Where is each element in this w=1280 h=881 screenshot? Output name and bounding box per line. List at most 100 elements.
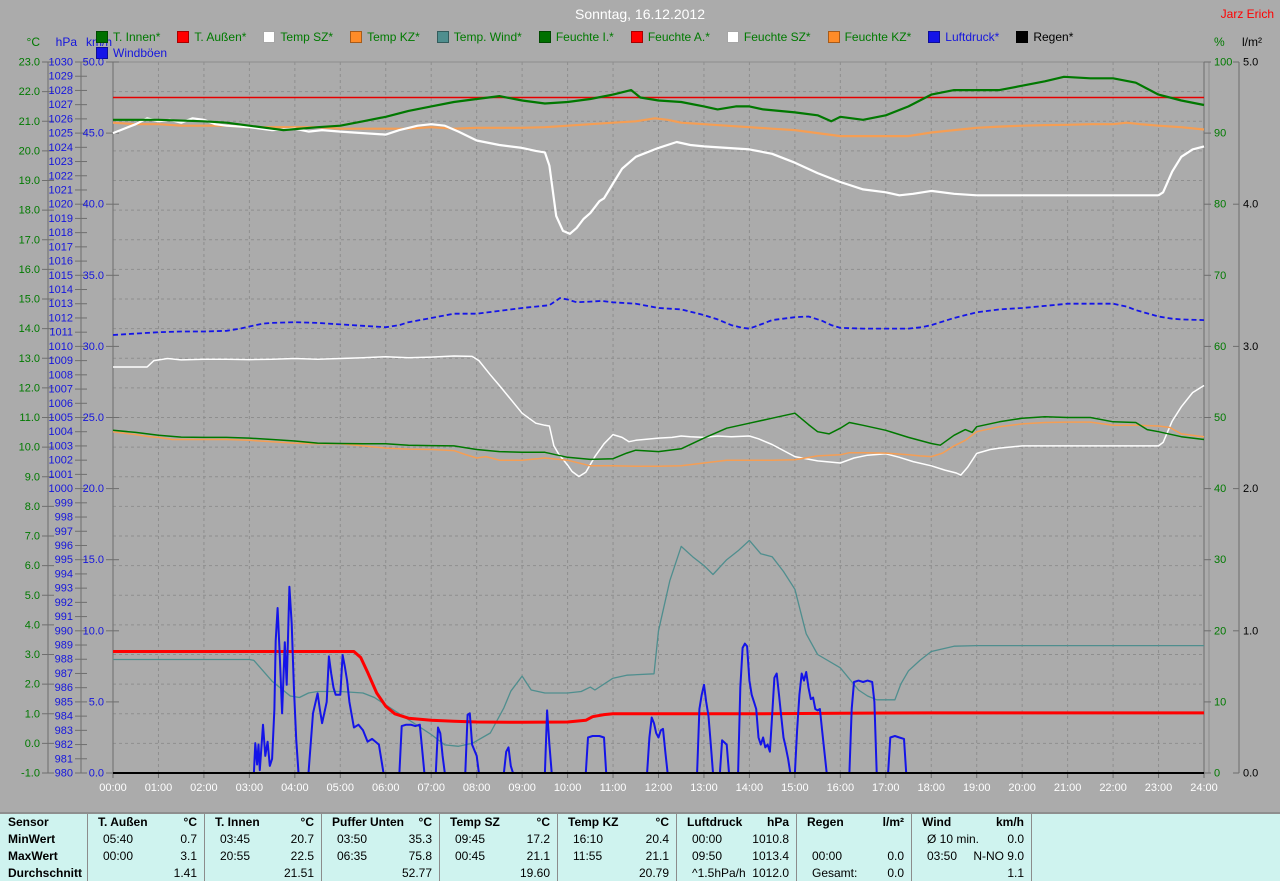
- axis-tick-label: 5.0: [25, 590, 40, 602]
- axis-tick-label: 15.0: [19, 294, 40, 306]
- cell-time: 05:40: [88, 832, 133, 846]
- table-cell-temp-sz-avg: 19.60: [440, 864, 558, 881]
- x-axis-label: 24:00: [1190, 782, 1218, 794]
- table-row-label: MaxWert: [0, 848, 88, 865]
- axis-tick-label: 1005: [49, 412, 73, 424]
- axis-tick-label: 1007: [49, 384, 73, 396]
- axis-tick-label: 20.0: [19, 145, 40, 157]
- axis-tick-label: 988: [55, 654, 73, 666]
- axis-tick-label: 1020: [49, 199, 73, 211]
- axis-tick-label: 1.0: [1243, 625, 1258, 637]
- axis-tick-label: 100: [1214, 57, 1232, 69]
- table-cell-temp-kz-max: 11:55 21.1: [558, 848, 677, 865]
- table-filler: [1032, 864, 1280, 881]
- x-axis-label: 20:00: [1008, 782, 1036, 794]
- axis-tick-label: 1019: [49, 213, 73, 225]
- x-axis-label: 07:00: [417, 782, 445, 794]
- cell-time: Puffer Unten: [322, 815, 404, 829]
- axis-tick-label: 999: [55, 497, 73, 509]
- axis-tick-label: 1028: [49, 85, 73, 97]
- table-cell-puffer-unten-min: 03:5035.3: [322, 831, 440, 848]
- cell-value: 21.1: [646, 849, 676, 863]
- x-axis-label: 12:00: [645, 782, 673, 794]
- axis-tick-label: 982: [55, 739, 73, 751]
- x-axis-label: 00:00: [99, 782, 127, 794]
- axis-tick-label: 50: [1214, 412, 1226, 424]
- table-cell-luftdruck-min: 00:001010.8: [677, 831, 797, 848]
- axis-tick-label: 80: [1214, 199, 1226, 211]
- x-axis-label: 21:00: [1054, 782, 1082, 794]
- x-axis-label: 04:00: [281, 782, 309, 794]
- x-axis-label: 16:00: [827, 782, 855, 794]
- axis-tick-label: 25.0: [83, 412, 104, 424]
- axis-tick-label: 10.0: [83, 625, 104, 637]
- axis-tick-label: 20.0: [83, 483, 104, 495]
- cell-time: 20:55: [205, 849, 250, 863]
- cell-time: T. Innen: [205, 815, 260, 829]
- x-axis-label: 10:00: [554, 782, 582, 794]
- axis-tick-label: 1015: [49, 270, 73, 282]
- cell-time: Temp KZ: [558, 815, 618, 829]
- axis-tick-label: 45.0: [83, 128, 104, 140]
- table-row-label: Durchschnitt: [0, 864, 88, 881]
- axis-tick-label: 1004: [49, 426, 73, 438]
- cell-time: T. Außen: [88, 815, 148, 829]
- cell-time: 11:55: [558, 849, 602, 863]
- cell-value: 20.4: [646, 832, 676, 846]
- axis-tick-label: 996: [55, 540, 73, 552]
- cell-value: 17.2: [527, 832, 557, 846]
- cell-time: 03:45: [205, 832, 250, 846]
- weather-chart: 23.022.021.020.019.018.017.016.015.014.0…: [0, 0, 1280, 810]
- axis-tick-label: 0.0: [1243, 768, 1258, 780]
- axis-tick-label: 1002: [49, 455, 73, 467]
- axis-tick-label: 1001: [49, 469, 73, 481]
- axis-tick-label: 7.0: [25, 531, 40, 543]
- cell-value: 1.1: [1007, 866, 1031, 880]
- axis-tick-label: 997: [55, 526, 73, 538]
- cell-value: 22.5: [291, 849, 321, 863]
- table-cell-wind-min: Ø 10 min.0.0: [912, 831, 1032, 848]
- table-cell-regen-avg: Gesamt:0.0: [797, 864, 912, 881]
- axis-tick-label: 23.0: [19, 57, 40, 69]
- cell-value: 75.8: [409, 849, 439, 863]
- axis-tick-label: 1009: [49, 355, 73, 367]
- x-axis-label: 02:00: [190, 782, 218, 794]
- axis-tick-label: 1030: [49, 57, 73, 69]
- axis-tick-label: 1017: [49, 241, 73, 253]
- axis-tick-label: 30.0: [83, 341, 104, 353]
- axis-tick-label: 9.0: [25, 471, 40, 483]
- cell-time: Wind: [912, 815, 951, 829]
- axis-tick-label: 15.0: [83, 554, 104, 566]
- x-axis-label: 22:00: [1099, 782, 1127, 794]
- axis-tick-label: 993: [55, 583, 73, 595]
- table-cell-luftdruck-max: 09:501013.4: [677, 848, 797, 865]
- cell-time: 00:45: [440, 849, 485, 863]
- cell-time: 00:00: [797, 849, 842, 863]
- axis-tick-label: 70: [1214, 270, 1226, 282]
- x-axis-label: 23:00: [1145, 782, 1173, 794]
- table-row-label: MinWert: [0, 831, 88, 848]
- axis-tick-label: 8.0: [25, 501, 40, 513]
- axis-tick-label: 985: [55, 696, 73, 708]
- table-cell-temp-sz-header: Temp SZ°C: [440, 814, 558, 831]
- x-axis-label: 01:00: [145, 782, 173, 794]
- axis-tick-label: 90: [1214, 128, 1226, 140]
- axis-tick-label: 1011: [49, 327, 73, 339]
- axis-tick-label: 983: [55, 725, 73, 737]
- axis-tick-label: 3.0: [25, 649, 40, 661]
- cell-value: 52.77: [402, 866, 439, 880]
- x-axis-label: 03:00: [236, 782, 264, 794]
- table-cell-t-innen-min: 03:4520.7: [205, 831, 322, 848]
- table-cell-temp-kz-avg: 20.79: [558, 864, 677, 881]
- axis-tick-label: 1022: [49, 170, 73, 182]
- axis-tick-label: 1008: [49, 369, 73, 381]
- x-axis-label: 19:00: [963, 782, 991, 794]
- table-cell-puffer-unten-header: Puffer Unten°C: [322, 814, 440, 831]
- table-cell-luftdruck-header: LuftdruckhPa: [677, 814, 797, 831]
- cell-value: 0.0: [887, 849, 911, 863]
- table-filler: [1032, 848, 1280, 865]
- cell-time: Ø 10 min.: [912, 832, 979, 846]
- table-cell-t-innen-avg: 21.51: [205, 864, 322, 881]
- axis-tick-label: 1003: [49, 440, 73, 452]
- axis-tick-label: 14.0: [19, 323, 40, 335]
